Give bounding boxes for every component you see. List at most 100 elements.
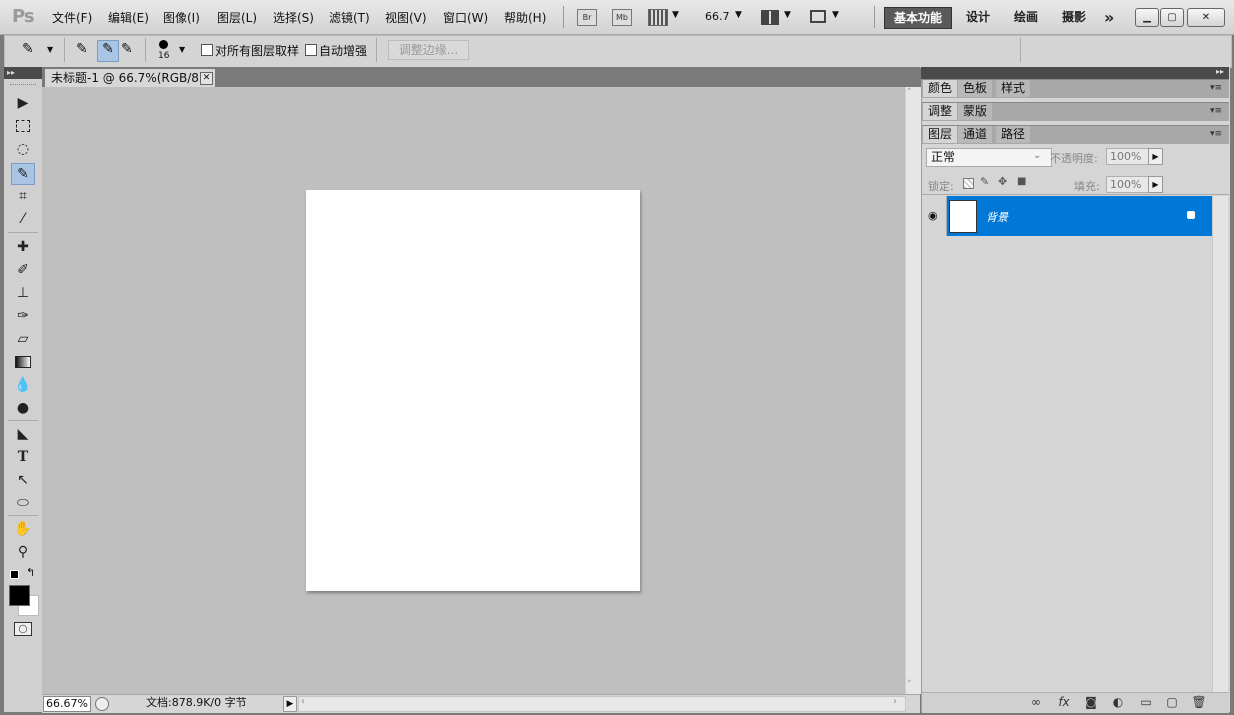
panel-menu-icon[interactable]: ▾≡ (1210, 106, 1222, 116)
minimize-button[interactable]: ▁ (1135, 8, 1159, 27)
checkbox-icon[interactable] (305, 44, 317, 56)
eyedropper-tool-icon[interactable]: ⁄ (12, 209, 34, 229)
document-status-icon[interactable] (95, 697, 109, 711)
chevron-down-icon[interactable]: ▼ (784, 10, 791, 20)
workspace-essentials[interactable]: 基本功能 (884, 7, 952, 29)
tab-layers[interactable]: 图层 (923, 126, 958, 143)
path-selection-tool-icon[interactable]: ↖ (12, 470, 34, 490)
scroll-up-icon[interactable]: ˄ (907, 88, 912, 98)
menu-edit[interactable]: 编辑(E) (108, 9, 149, 26)
shape-tool-icon[interactable]: ⬭ (12, 493, 34, 513)
clone-stamp-tool-icon[interactable]: ⊥ (12, 283, 34, 303)
dodge-tool-icon[interactable]: ● (12, 398, 34, 418)
add-mask-icon[interactable]: ◙ (1083, 694, 1099, 710)
pen-tool-icon[interactable]: ◣ (12, 424, 34, 444)
tab-swatches[interactable]: 色板 (958, 80, 993, 97)
close-button[interactable]: ✕ (1187, 8, 1225, 27)
screen-mode-icon[interactable] (810, 10, 826, 23)
scroll-right-icon[interactable]: › (893, 696, 897, 707)
auto-enhance-checkbox[interactable]: 自动增强 (305, 42, 367, 59)
tab-paths[interactable]: 路径 (996, 126, 1031, 143)
tool-preset-dropdown-icon[interactable]: ▼ (47, 45, 53, 54)
layer-style-icon[interactable]: fx (1056, 694, 1072, 710)
chevron-down-icon[interactable]: ▼ (735, 10, 742, 20)
bridge-button[interactable]: Br (577, 9, 597, 26)
opacity-slider-icon[interactable]: ▶ (1148, 148, 1163, 165)
tools-panel-collapse[interactable]: ▸▸ (4, 67, 42, 79)
move-tool-icon[interactable]: ▶ (12, 93, 34, 113)
eraser-tool-icon[interactable]: ▱ (12, 329, 34, 349)
layer-name[interactable]: 背景 (986, 209, 1008, 225)
document-tab[interactable]: 未标题-1 @ 66.7%(RGB/8) (45, 69, 215, 87)
link-layers-icon[interactable]: ∞ (1028, 694, 1044, 710)
document-canvas[interactable] (306, 190, 640, 591)
layers-scrollbar[interactable] (1212, 196, 1228, 694)
chevron-down-icon[interactable]: ▼ (672, 10, 679, 20)
quick-selection-tool-icon[interactable]: ✎ (11, 163, 35, 185)
lock-all-icon[interactable]: ■ (1017, 176, 1026, 187)
delete-layer-icon[interactable]: 🗑 (1191, 694, 1207, 710)
workspace-painting[interactable]: 绘画 (1014, 8, 1038, 27)
panel-menu-icon[interactable]: ▾≡ (1210, 83, 1222, 93)
menu-view[interactable]: 视图(V) (385, 9, 427, 26)
mini-bridge-button[interactable]: Mb (612, 9, 632, 26)
hand-tool-icon[interactable]: ✋ (12, 519, 34, 539)
adjustment-layer-icon[interactable]: ◐ (1110, 694, 1126, 710)
swap-colors-icon[interactable]: ↰ (26, 566, 35, 579)
tab-adjustments[interactable]: 调整 (923, 103, 958, 120)
default-colors-icon[interactable] (10, 570, 19, 579)
extras-icon[interactable] (648, 9, 668, 26)
add-to-selection-icon[interactable]: ✎ (97, 40, 119, 62)
collapse-panels-icon[interactable]: ▸▸ (1216, 67, 1224, 76)
panel-menu-icon[interactable]: ▾≡ (1210, 129, 1222, 139)
brush-picker-dropdown-icon[interactable]: ▼ (179, 45, 185, 54)
lasso-tool-icon[interactable]: ◌ (12, 139, 34, 159)
chevron-down-icon[interactable]: ▼ (832, 10, 839, 20)
foreground-color-swatch[interactable] (9, 585, 30, 606)
chevron-down-icon[interactable]: ⌄ (1033, 150, 1041, 161)
vertical-scrollbar[interactable] (905, 87, 921, 694)
new-layer-icon[interactable]: ▢ (1164, 694, 1180, 710)
tab-masks[interactable]: 蒙版 (958, 103, 993, 120)
tab-channels[interactable]: 通道 (958, 126, 993, 143)
close-document-icon[interactable]: ✕ (200, 72, 213, 85)
brush-tip-icon[interactable] (159, 40, 168, 49)
tools-grip[interactable] (10, 84, 36, 87)
subtract-from-selection-icon[interactable]: ✎ (121, 41, 133, 57)
zoom-tool-icon[interactable]: ⚲ (12, 542, 34, 562)
new-group-icon[interactable]: ▭ (1138, 694, 1154, 710)
zoom-level[interactable]: 66.7 (705, 10, 730, 23)
scroll-down-icon[interactable]: ˅ (907, 680, 912, 690)
menu-help[interactable]: 帮助(H) (504, 9, 546, 26)
document-info[interactable]: 文档:878.9K/0 字节 (146, 696, 247, 710)
lock-position-icon[interactable]: ✥ (998, 175, 1007, 188)
fill-field[interactable]: 100% (1106, 176, 1151, 193)
tab-styles[interactable]: 样式 (996, 80, 1031, 97)
brush-tool-icon[interactable]: ✐ (12, 260, 34, 280)
zoom-field[interactable]: 66.67% (43, 696, 91, 712)
menu-window[interactable]: 窗口(W) (443, 9, 488, 26)
lock-pixels-icon[interactable]: ✎ (980, 175, 989, 188)
menu-filter[interactable]: 滤镜(T) (329, 9, 370, 26)
panels-dock-header[interactable] (921, 67, 1229, 79)
checkbox-icon[interactable] (201, 44, 213, 56)
tab-color[interactable]: 颜色 (923, 80, 958, 97)
fill-slider-icon[interactable]: ▶ (1148, 176, 1163, 193)
menu-image[interactable]: 图像(I) (163, 9, 200, 26)
eye-icon[interactable]: ◉ (928, 209, 938, 222)
maximize-button[interactable]: ▢ (1160, 8, 1184, 27)
menu-select[interactable]: 选择(S) (273, 9, 314, 26)
crop-tool-icon[interactable]: ⌗ (12, 186, 34, 206)
sample-all-layers-checkbox[interactable]: 对所有图层取样 (201, 42, 299, 59)
layer-thumbnail[interactable] (949, 200, 977, 233)
workspace-photography[interactable]: 摄影 (1062, 8, 1086, 27)
status-menu-arrow-icon[interactable]: ▶ (283, 696, 297, 712)
quick-mask-icon[interactable]: ◯ (14, 622, 32, 636)
menu-file[interactable]: 文件(F) (52, 9, 92, 26)
type-tool-icon[interactable]: T (12, 447, 34, 467)
new-selection-icon[interactable]: ✎ (76, 41, 88, 57)
blur-tool-icon[interactable]: 💧 (12, 375, 34, 395)
quick-selection-tool-icon[interactable]: ✎ (22, 41, 34, 57)
gradient-tool-icon[interactable] (12, 352, 34, 372)
more-workspaces-button[interactable]: » (1104, 8, 1114, 27)
